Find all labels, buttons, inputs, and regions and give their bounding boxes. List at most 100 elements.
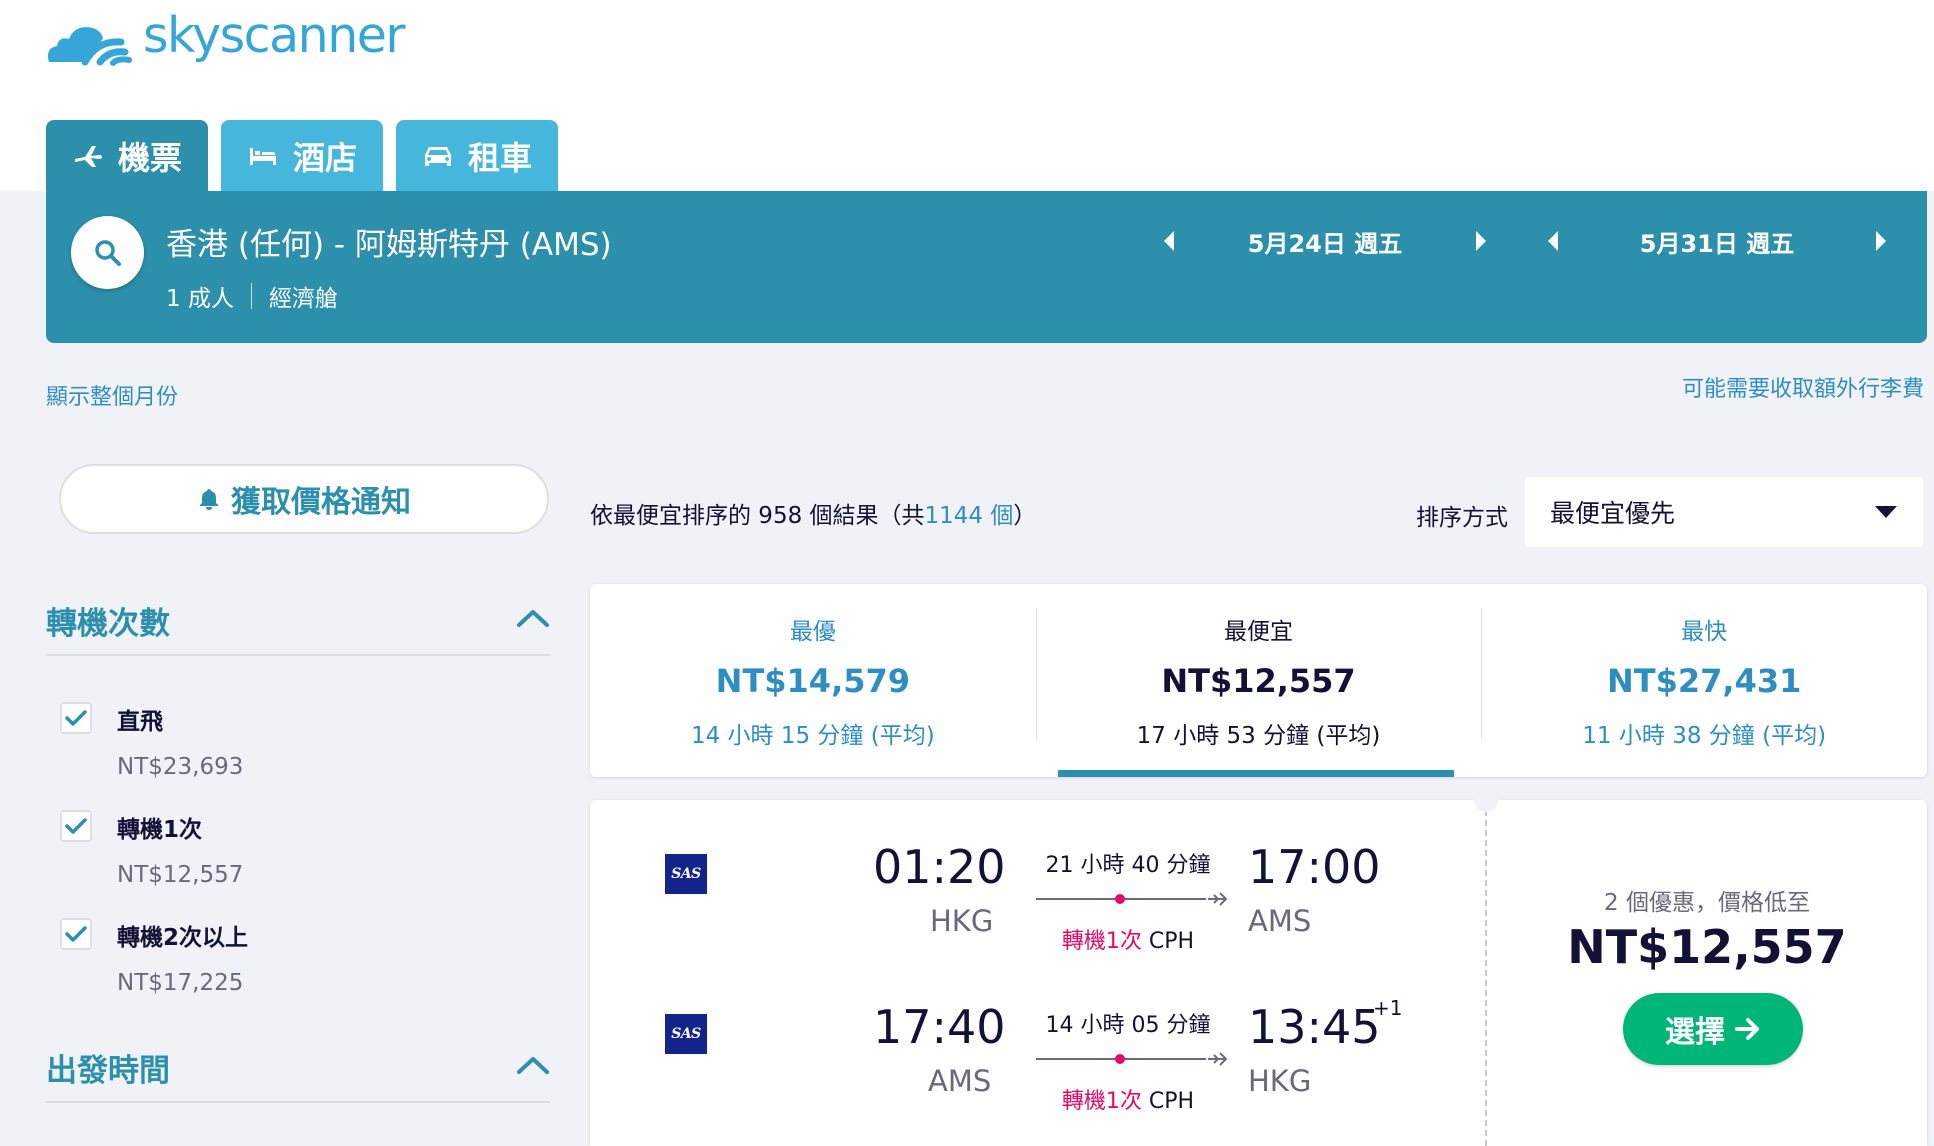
summary-price: NT$14,579 xyxy=(715,662,911,700)
filter-option-price: NT$12,557 xyxy=(117,862,244,888)
search-summary-panel: 香港 (任何) - 阿姆斯特丹 (AMS) 1 成人 經濟艙 5月24日 週五 … xyxy=(46,191,1927,343)
results-count: 依最便宜排序的 958 個結果（共1144 個） xyxy=(590,496,1036,530)
deals-summary: 2 個優惠，價格低至 xyxy=(1604,890,1810,916)
stops-filter-title: 轉機次數 xyxy=(46,605,170,642)
summary-duration: 17 小時 53 分鐘 (平均) xyxy=(1136,723,1381,749)
summary-duration: 11 小時 38 分鐘 (平均) xyxy=(1582,723,1827,749)
chevron-right-icon xyxy=(1876,231,1886,251)
stops-filter-header[interactable]: 轉機次數 xyxy=(46,586,550,656)
show-whole-month-link[interactable]: 顯示整個月份 xyxy=(46,379,178,411)
arrive-airport: HKG xyxy=(1248,1064,1312,1098)
brand-name: skyscanner xyxy=(143,7,406,64)
search-button[interactable] xyxy=(71,216,144,289)
separator xyxy=(250,283,252,309)
outbound-leg: SAS 01:20 HKG 21 小時 40 分鐘 轉機1次 CPH 17:00… xyxy=(590,800,1480,954)
direct-checkbox[interactable] xyxy=(60,702,92,734)
filter-option-price: NT$23,693 xyxy=(117,754,244,780)
chevron-up-icon xyxy=(516,1055,550,1079)
arrive-time: 17:00 xyxy=(1248,840,1381,894)
filter-option-label: 轉機2次以上 xyxy=(117,925,249,951)
return-date-nav: 5月31日 週五 xyxy=(1539,221,1895,261)
results-total-link[interactable]: 1144 個 xyxy=(925,503,1014,529)
depart-airport: AMS xyxy=(928,1064,992,1098)
tab-label: 酒店 xyxy=(293,139,358,177)
depart-date[interactable]: 5月24日 週五 xyxy=(1183,224,1467,259)
results-count-prefix: 依最便宜排序的 958 個結果（共 xyxy=(590,503,925,529)
sas-airline-logo: SAS xyxy=(665,854,707,894)
sort-dropdown[interactable]: 最便宜優先 xyxy=(1525,477,1923,547)
sas-airline-logo: SAS xyxy=(665,1014,707,1054)
sort-selected-value: 最便宜優先 xyxy=(1550,499,1676,528)
filter-option-label: 直飛 xyxy=(117,709,163,735)
depart-time: 17:40 xyxy=(873,1000,1006,1054)
cabin-class: 經濟艙 xyxy=(268,286,338,312)
bell-icon xyxy=(200,489,218,510)
results-count-suffix: ） xyxy=(1013,503,1037,529)
depart-next-button[interactable] xyxy=(1467,221,1495,261)
tab-hotels[interactable]: 酒店 xyxy=(221,120,384,192)
stops-count: 轉機1次 xyxy=(1061,929,1142,954)
passenger-cabin-info[interactable]: 1 成人 經濟艙 xyxy=(166,279,338,313)
arrow-right-icon xyxy=(1735,1018,1759,1040)
chevron-right-icon xyxy=(1476,231,1486,251)
depart-prev-button[interactable] xyxy=(1155,221,1183,261)
select-flight-button[interactable]: 選擇 xyxy=(1623,993,1803,1065)
flight-price: NT$12,557 xyxy=(1567,920,1847,974)
flight-duration: 14 小時 05 分鐘 xyxy=(1045,1013,1211,1038)
return-next-button[interactable] xyxy=(1867,221,1895,261)
summary-tab-cheapest[interactable]: 最便宜 NT$12,557 17 小時 53 分鐘 (平均) xyxy=(1035,584,1482,777)
price-alert-button[interactable]: 獲取價格通知 xyxy=(59,464,549,534)
flight-duration: 21 小時 40 分鐘 xyxy=(1045,853,1211,878)
top-bar: skyscanner 機票 酒店 租車 xyxy=(0,0,1934,192)
sort-summary-tabs: 最優 NT$14,579 14 小時 15 分鐘 (平均) 最便宜 NT$12,… xyxy=(590,584,1927,777)
return-prev-button[interactable] xyxy=(1539,221,1567,261)
chevron-left-icon xyxy=(1548,231,1558,251)
depart-date-nav: 5月24日 週五 xyxy=(1155,221,1495,261)
departure-time-filter-header[interactable]: 出發時間 xyxy=(46,1033,550,1103)
return-leg: SAS 17:40 AMS 14 小時 05 分鐘 轉機1次 CPH 13:45… xyxy=(590,960,1480,1114)
two-plus-checkbox[interactable] xyxy=(60,918,92,950)
one-stop-checkbox[interactable] xyxy=(60,810,92,842)
summary-label: 最優 xyxy=(789,619,836,645)
stops-filter-one-stop: 轉機1次 NT$12,557 xyxy=(60,810,243,888)
stops-info: 轉機1次 CPH xyxy=(1033,1083,1223,1115)
filter-option-price: NT$17,225 xyxy=(117,970,244,996)
stops-info: 轉機1次 CPH xyxy=(1033,923,1223,955)
active-tab-indicator xyxy=(1058,770,1454,777)
price-alert-label: 獲取價格通知 xyxy=(231,485,411,520)
depart-airport: HKG xyxy=(930,904,994,938)
tab-flights[interactable]: 機票 xyxy=(46,120,209,192)
caret-down-icon xyxy=(1875,506,1897,518)
stops-count: 轉機1次 xyxy=(1061,1089,1142,1114)
tab-label: 租車 xyxy=(468,139,533,177)
summary-tab-fastest[interactable]: 最快 NT$27,431 11 小時 38 分鐘 (平均) xyxy=(1481,584,1927,777)
bed-icon xyxy=(250,148,277,165)
route-title[interactable]: 香港 (任何) - 阿姆斯特丹 (AMS) xyxy=(166,219,612,264)
checkmark-icon xyxy=(65,818,87,834)
flight-result-card[interactable]: SAS 01:20 HKG 21 小時 40 分鐘 轉機1次 CPH 17:00… xyxy=(590,788,1927,1146)
summary-price: NT$12,557 xyxy=(1161,662,1356,700)
arrive-time: 13:45 xyxy=(1248,1000,1381,1054)
return-date[interactable]: 5月31日 週五 xyxy=(1567,224,1867,259)
select-label: 選擇 xyxy=(1665,1015,1725,1050)
stop-airport: CPH xyxy=(1148,1089,1195,1114)
tab-car-hire[interactable]: 租車 xyxy=(396,120,559,192)
summary-tab-best[interactable]: 最優 NT$14,579 14 小時 15 分鐘 (平均) xyxy=(590,584,1036,777)
summary-price: NT$27,431 xyxy=(1607,662,1802,700)
baggage-fees-link[interactable]: 可能需要收取額外行李費 xyxy=(1682,371,1924,403)
skyscanner-logo[interactable]: skyscanner xyxy=(45,7,406,67)
plane-icon xyxy=(75,146,102,167)
summary-label: 最便宜 xyxy=(1224,619,1293,645)
tab-label: 機票 xyxy=(118,139,183,177)
summary-label: 最快 xyxy=(1681,619,1728,645)
route-line-icon xyxy=(1036,1052,1228,1066)
chevron-left-icon xyxy=(1164,231,1174,251)
chevron-up-icon xyxy=(516,608,550,632)
checkmark-icon xyxy=(65,926,87,942)
arrive-airport: AMS xyxy=(1248,904,1312,938)
route-line-icon xyxy=(1036,892,1228,906)
filter-option-label: 轉機1次 xyxy=(117,817,203,843)
departure-time-filter-title: 出發時間 xyxy=(46,1052,170,1089)
car-icon xyxy=(425,147,452,166)
sort-label: 排序方式 xyxy=(1416,505,1508,531)
